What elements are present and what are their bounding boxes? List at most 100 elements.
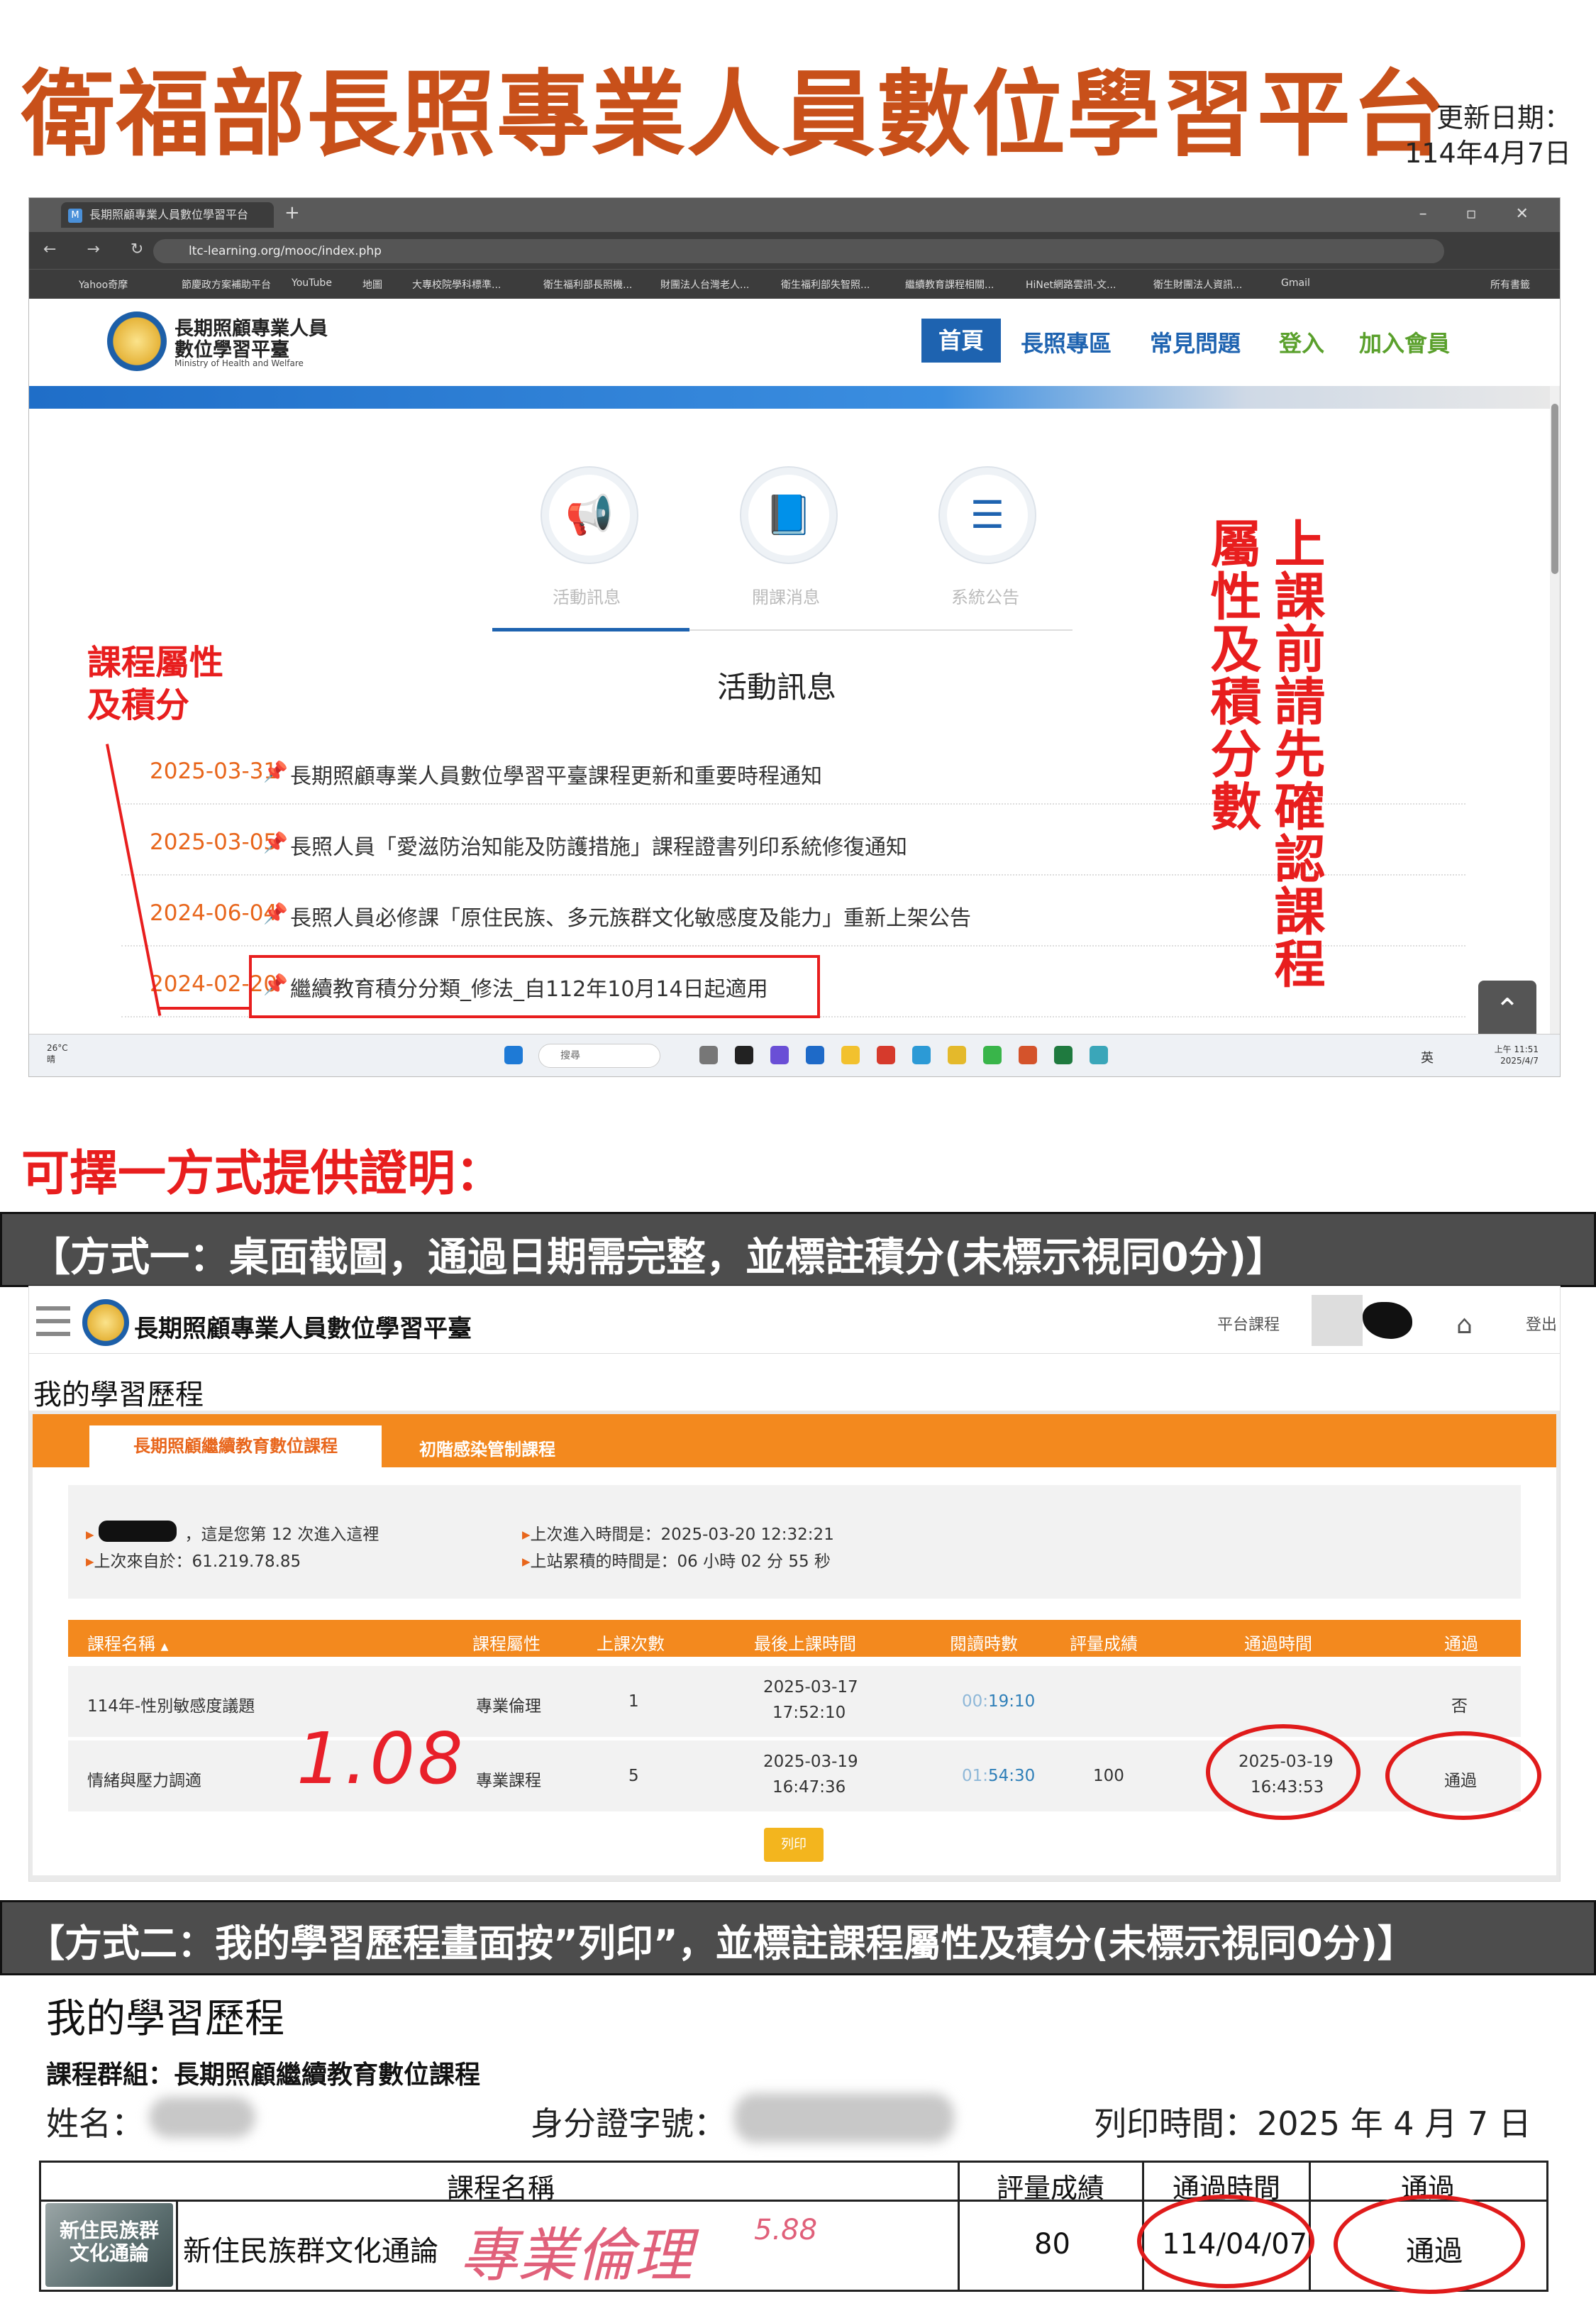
taskbar-search[interactable]: 搜尋 [538,1044,660,1068]
course-name: 新住民族群文化通論 [183,2235,438,2268]
bookmark-item[interactable]: 財團法人台灣老人... [660,277,749,292]
column-header: 評量成績 [997,2173,1105,2204]
course-news-tab-button[interactable]: 📘 [741,468,836,563]
app-icon[interactable] [806,1046,824,1064]
course-attr: 專業課程 [476,1772,541,1790]
redacted-name [149,2097,255,2138]
ministry-logo-icon[interactable] [82,1299,129,1346]
taskbar-clock[interactable]: 上午 11:51 2025/4/7 [1495,1044,1539,1066]
logout-link[interactable]: 登出 [1526,1312,1557,1335]
page-title: 衛福部長照專業人員數位學習平台 [21,60,1447,170]
column-header: 上課次數 [597,1634,665,1654]
last-class-date: 2025-03-19 [763,1753,858,1771]
bookmark-item[interactable]: 所有書籤 [1490,277,1530,292]
annotation-line2: 及積分 [87,685,190,725]
platform-courses-link[interactable]: 平台課程 [1217,1312,1280,1335]
nav-login[interactable]: 登入 [1279,326,1324,358]
browser-tab[interactable]: M 長期照顧專業人員數位學習平台 [61,202,274,228]
excel-icon[interactable] [1054,1046,1073,1064]
tab-system-notice[interactable]: 系統公告 [951,583,1019,608]
news-title[interactable]: 長照人員「愛滋防治知能及防護措施」課程證書列印系統修復通知 [290,829,907,861]
tab-course-news[interactable]: 開課消息 [752,583,820,608]
edge-icon[interactable] [912,1046,931,1064]
news-date: 2025-03-05 [150,829,278,855]
method2-bar: 【方式二：我的學習歷程畫面按”列印”，並標註課程屬性及積分(未標示視同0分)】 [0,1900,1596,1975]
system-tray[interactable]: 英 [1421,1048,1446,1066]
ministry-logo-icon[interactable] [107,311,167,371]
start-icon[interactable] [504,1046,523,1064]
column-header: 通過 [1444,1634,1478,1654]
pin-icon: 📌 [263,902,288,925]
hamburger-menu-icon[interactable] [36,1306,70,1336]
back-to-top-icon[interactable]: ⌃ [1478,981,1536,1039]
handwritten-attr: 專業倫理 [460,2222,692,2290]
bookmark-item[interactable]: 節慶政方案補助平台 [182,277,271,292]
folder-icon[interactable] [841,1046,860,1064]
bookmark-item[interactable]: Yahoo奇摩 [79,277,128,292]
app-icon[interactable] [1090,1046,1108,1064]
column-header[interactable]: 課程名稱 ▲ [87,1630,168,1655]
print-button[interactable]: 列印 [764,1828,824,1862]
column-header: 評量成績 [1070,1634,1138,1654]
choose-one-title: 可擇一方式提供證明： [21,1146,504,1202]
news-title[interactable]: 長照人員必修課「原住民族、多元族群文化敏感度及能力」重新上架公告 [290,900,971,932]
powerpoint-icon[interactable] [1019,1046,1037,1064]
update-date-label: 更新日期： [1436,102,1571,133]
avatar[interactable] [1312,1295,1363,1346]
course-name[interactable]: 114年-性別敏感度議題 [87,1692,255,1716]
tab-infection-course[interactable]: 初階感染管制課程 [419,1435,555,1460]
system-notice-tab-button[interactable]: ☰ [940,468,1035,563]
read-time-mins: 19:10 [988,1692,1036,1711]
favicon-icon: M [68,209,82,223]
nav-ltc-area[interactable]: 長照專區 [1021,326,1112,358]
address-bar[interactable]: ltc-learning.org/mooc/index.php [153,239,1444,263]
section-title: 活動訊息 [717,670,837,705]
last-ip: ▸上次來自於：61.219.78.85 [86,1552,301,1571]
clock-date: 2025/4/7 [1500,1056,1539,1066]
bookmark-item[interactable]: 衛生福利部失智照... [781,277,870,292]
pdf-icon[interactable] [877,1046,895,1064]
visit-count-text: ，這是您第 12 次進入這裡 [184,1526,379,1544]
bookmark-item[interactable]: YouTube [292,277,332,289]
window-controls[interactable]: – ▫ ✕ [1419,205,1546,223]
redacted-id [734,2093,954,2143]
bookmark-item[interactable]: 衛生福利部長照機... [543,277,632,292]
weather-widget[interactable]: 26°C 晴 [47,1042,68,1065]
nav-join[interactable]: 加入會員 [1359,326,1450,358]
tab-activity[interactable]: 活動訊息 [553,583,621,608]
active-tab-indicator [492,628,689,631]
course-name[interactable]: 情緒與壓力調適 [87,1767,201,1791]
line-icon[interactable] [983,1046,1002,1064]
banner-strip [29,386,1551,409]
pin-icon: 📌 [263,831,288,854]
name-label: 姓名： [46,2104,144,2143]
nav-faq[interactable]: 常見問題 [1150,326,1241,358]
course-group: 課程群組：長期照顧繼續教育數位課程 [46,2060,481,2090]
tab-ltc-course[interactable]: 長期照顧繼續教育數位課程 [89,1425,382,1467]
pin-icon: 📌 [263,760,288,783]
home-icon[interactable]: ⌂ [1456,1311,1473,1340]
app-icon[interactable] [770,1046,789,1064]
last-enter-time: ▸上次進入時間是：2025-03-20 12:32:21 [522,1526,834,1544]
bookmark-item[interactable]: 地圖 [362,277,382,292]
news-title[interactable]: 長期照顧專業人員數位學習平臺課程更新和重要時程通知 [290,758,822,790]
app-icon[interactable] [735,1046,753,1064]
highlight-ellipse [1334,2195,1525,2294]
news-date: 2024-06-04 [150,900,278,926]
bookmark-item[interactable]: 繼續教育課程相關... [905,277,994,292]
method1-bar: 【方式一：桌面截圖，通過日期需完整，並標註積分(未標示視同0分)】 [0,1212,1596,1287]
chrome-icon[interactable] [948,1046,966,1064]
scrollbar-thumb[interactable] [1551,404,1558,574]
bookmark-item[interactable]: HiNet網路雲訊-文... [1026,277,1116,292]
id-label: 身分證字號： [531,2104,726,2143]
nav-home[interactable]: 首頁 [921,319,1001,363]
annotation-arrow-line [158,1007,249,1010]
new-tab-icon[interactable]: + [284,202,300,224]
app-icon[interactable] [699,1046,718,1064]
update-date-value: 114年4月7日 [1404,138,1571,169]
activity-tab-button[interactable]: 📢 [542,468,637,563]
bookmark-item[interactable]: Gmail [1281,277,1310,289]
annotation-line1: 課程屬性 [87,643,224,683]
bookmark-item[interactable]: 衛生財團法人資訊... [1153,277,1242,292]
bookmark-item[interactable]: 大專校院學科標準... [412,277,501,292]
